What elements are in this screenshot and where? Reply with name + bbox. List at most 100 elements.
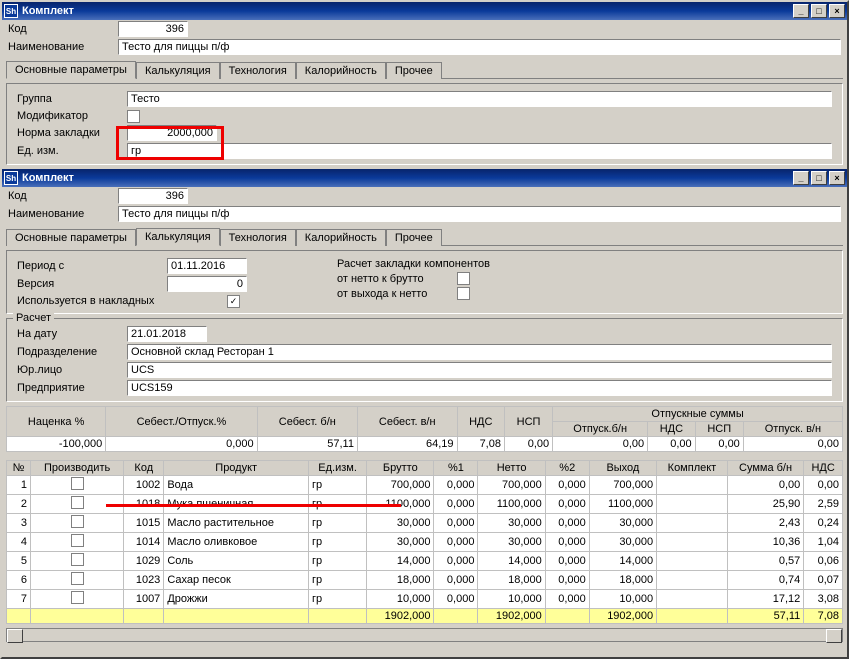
out-net-checkbox[interactable]: [457, 287, 470, 300]
ent-label: Предприятие: [17, 381, 127, 395]
col-cost-sell[interactable]: Себест./Отпуск.%: [106, 407, 257, 437]
group-field[interactable]: Тесто: [127, 91, 832, 107]
produce-checkbox[interactable]: [71, 572, 84, 585]
col-header[interactable]: Сумма б/н: [727, 461, 803, 476]
tab-tech[interactable]: Технология: [220, 229, 296, 246]
produce-checkbox[interactable]: [71, 534, 84, 547]
close-icon[interactable]: ×: [829, 4, 845, 18]
title-1: Комплект: [22, 5, 74, 17]
produce-checkbox[interactable]: [71, 496, 84, 509]
produce-checkbox[interactable]: [71, 515, 84, 528]
col-header[interactable]: НДС: [804, 461, 843, 476]
col-sell-nsp[interactable]: НСП: [695, 422, 743, 437]
tab-main-params[interactable]: Основные параметры: [6, 229, 136, 246]
totals-row: 1902,0001902,0001902,00057,117,08: [7, 609, 843, 624]
unit-label: Ед. изм.: [17, 144, 127, 158]
col-header[interactable]: Выход: [589, 461, 656, 476]
name-field[interactable]: Тесто для пиццы п/ф: [118, 206, 841, 222]
legal-field[interactable]: UCS: [127, 362, 832, 378]
window-1: Sh Комплект _ □ × Код 396 Наименование Т…: [2, 2, 847, 165]
date-field[interactable]: 21.01.2018: [127, 326, 207, 342]
tabs-2: Основные параметры Калькуляция Технологи…: [6, 227, 843, 246]
legal-label: Юр.лицо: [17, 363, 127, 377]
produce-checkbox[interactable]: [71, 477, 84, 490]
tab-main-params[interactable]: Основные параметры: [6, 61, 136, 79]
col-sell-nds[interactable]: НДС: [648, 422, 695, 437]
tab-tech[interactable]: Технология: [220, 62, 296, 79]
tab-calc[interactable]: Калькуляция: [136, 62, 220, 79]
code-field[interactable]: 396: [118, 21, 188, 37]
col-cost-vn[interactable]: Себест. в/н: [357, 407, 457, 437]
name-label: Наименование: [8, 40, 118, 54]
produce-checkbox[interactable]: [71, 591, 84, 604]
app-icon: Sh: [4, 171, 18, 185]
app-icon: Sh: [4, 4, 18, 18]
table-row[interactable]: 71007Дрожжигр10,0000,00010,0000,00010,00…: [7, 590, 843, 609]
maximize-icon[interactable]: □: [811, 4, 827, 18]
col-header[interactable]: №: [7, 461, 31, 476]
tab-cal[interactable]: Калорийность: [296, 229, 386, 246]
dept-field[interactable]: Основной склад Ресторан 1: [127, 344, 832, 360]
tab-other[interactable]: Прочее: [386, 62, 442, 79]
net-brutto-checkbox[interactable]: [457, 272, 470, 285]
tab-calc[interactable]: Калькуляция: [136, 228, 220, 246]
col-header[interactable]: Комплект: [657, 461, 728, 476]
col-nsp[interactable]: НСП: [504, 407, 552, 437]
table-row[interactable]: 31015Масло растительноегр30,0000,00030,0…: [7, 514, 843, 533]
code-label: Код: [8, 22, 118, 36]
table-row[interactable]: 61023Сахар песокгр18,0000,00018,0000,000…: [7, 571, 843, 590]
col-sell-group: Отпускные суммы: [553, 407, 843, 422]
produce-checkbox[interactable]: [71, 553, 84, 566]
group-label: Группа: [17, 92, 127, 106]
col-header[interactable]: %2: [545, 461, 589, 476]
table-row[interactable]: 41014Масло оливковоегр30,0000,00030,0000…: [7, 533, 843, 552]
col-header[interactable]: %1: [434, 461, 478, 476]
tab-cal[interactable]: Калорийность: [296, 62, 386, 79]
ingredients-table[interactable]: №ПроизводитьКодПродуктЕд.изм.Брутто%1Нет…: [6, 460, 843, 624]
period-label: Период с: [17, 259, 167, 273]
col-header[interactable]: Ед.изм.: [309, 461, 367, 476]
code-label: Код: [8, 189, 118, 203]
col-header[interactable]: Продукт: [164, 461, 309, 476]
minimize-icon[interactable]: _: [793, 171, 809, 185]
col-header[interactable]: Код: [124, 461, 164, 476]
ent-field[interactable]: UCS159: [127, 380, 832, 396]
col-sell-bn[interactable]: Отпуск.б/н: [553, 422, 648, 437]
tab-other[interactable]: Прочее: [386, 229, 442, 246]
version-label: Версия: [17, 277, 167, 291]
col-header[interactable]: Нетто: [478, 461, 545, 476]
net-brutto-label: от нетто к брутто: [337, 273, 457, 285]
norm-field[interactable]: 2000,000: [127, 125, 217, 141]
code-field[interactable]: 396: [118, 188, 188, 204]
maximize-icon[interactable]: □: [811, 171, 827, 185]
version-field[interactable]: 0: [167, 276, 247, 292]
period-field[interactable]: 01.11.2016: [167, 258, 247, 274]
used-checkbox[interactable]: ✓: [227, 295, 240, 308]
horizontal-scrollbar[interactable]: [6, 628, 843, 642]
titlebar-2[interactable]: Sh Комплект _ □ ×: [2, 169, 847, 187]
title-2: Комплект: [22, 172, 74, 184]
tabs-1: Основные параметры Калькуляция Технологи…: [6, 60, 843, 79]
modifier-checkbox[interactable]: [127, 110, 140, 123]
summary-row[interactable]: -100,000 0,000 57,11 64,19 7,08 0,00 0,0…: [7, 437, 843, 452]
dept-label: Подразделение: [17, 345, 127, 359]
col-markup[interactable]: Наценка %: [7, 407, 106, 437]
col-header[interactable]: Производить: [30, 461, 123, 476]
out-net-label: от выхода к нетто: [337, 288, 457, 300]
unit-field[interactable]: гр: [127, 143, 832, 159]
calc-header: Расчет закладки компонентов: [337, 258, 490, 270]
table-row[interactable]: 11002Водагр700,0000,000700,0000,000700,0…: [7, 476, 843, 495]
modifier-label: Модификатор: [17, 109, 127, 123]
col-header[interactable]: Брутто: [367, 461, 434, 476]
table-row[interactable]: 51029Сольгр14,0000,00014,0000,00014,0000…: [7, 552, 843, 571]
name-field[interactable]: Тесто для пиццы п/ф: [118, 39, 841, 55]
col-cost-bn[interactable]: Себест. б/н: [257, 407, 357, 437]
table-row[interactable]: 21018Мука пшеничнаягр1100,0000,0001100,0…: [7, 495, 843, 514]
calc-group-caption: Расчет: [13, 312, 54, 324]
col-sell-vn[interactable]: Отпуск. в/н: [743, 422, 842, 437]
norm-label: Норма закладки: [17, 126, 127, 140]
titlebar-1[interactable]: Sh Комплект _ □ ×: [2, 2, 847, 20]
close-icon[interactable]: ×: [829, 171, 845, 185]
col-nds[interactable]: НДС: [457, 407, 504, 437]
minimize-icon[interactable]: _: [793, 4, 809, 18]
